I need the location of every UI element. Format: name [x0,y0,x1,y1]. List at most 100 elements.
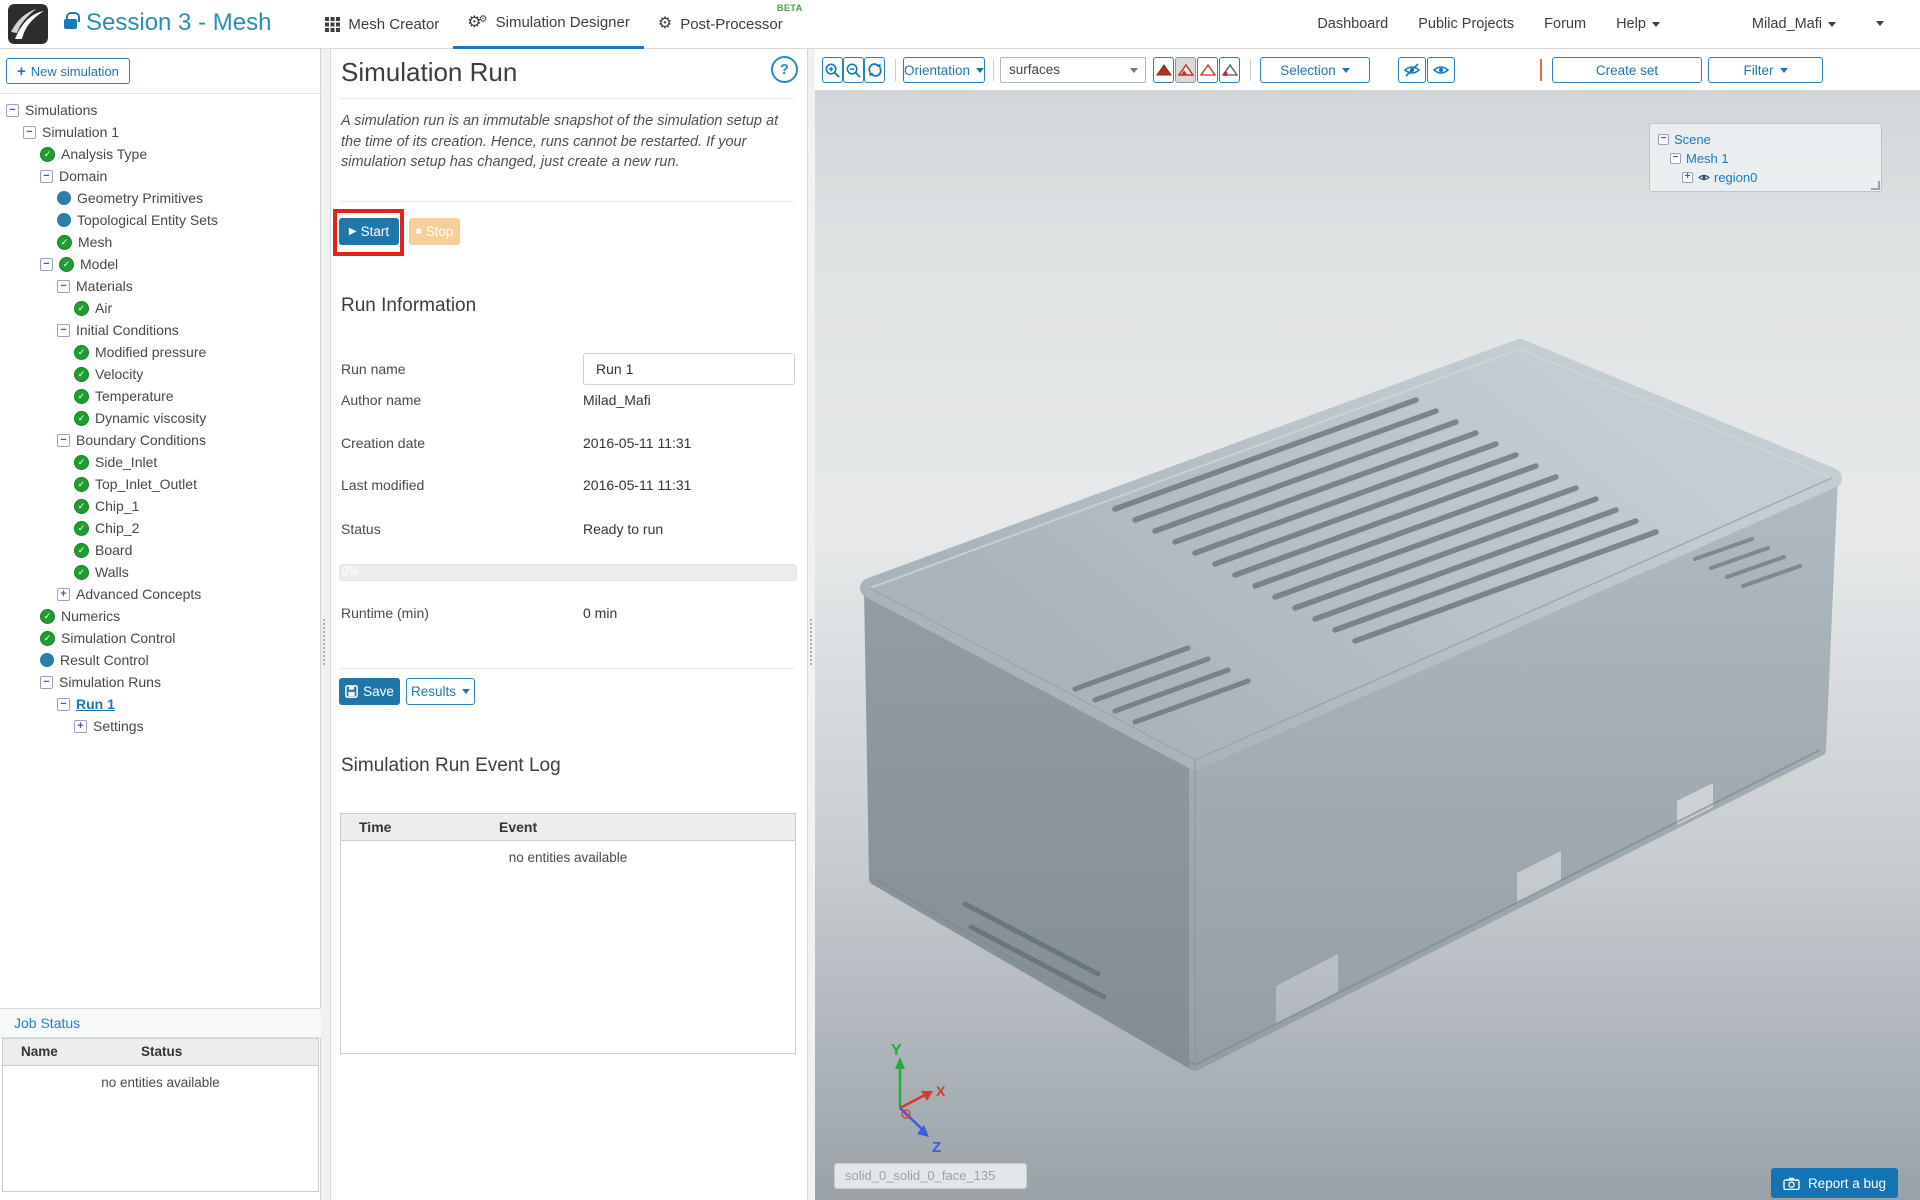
refresh-view-button[interactable] [864,57,885,83]
mesh-quality-solid-button[interactable] [1153,57,1174,83]
tree-toggle-icon[interactable]: + [1682,172,1693,183]
tree-item-simulation-1[interactable]: − Simulation 1 [0,121,321,143]
tree-toggle-icon[interactable]: − [1670,153,1681,164]
selection-dropdown-button[interactable]: Selection [1260,57,1370,83]
help-button[interactable]: ? [771,56,798,83]
tree-item-chip-1[interactable]: ✓ Chip_1 [0,495,321,517]
tree-item-side-inlet[interactable]: ✓ Side_Inlet [0,451,321,473]
3d-model-canvas[interactable]: Y X Z [815,49,1920,1200]
tree-item-simulations[interactable]: − Simulations [0,99,321,121]
tree-toggle-icon[interactable]: + [74,720,87,733]
tree-toggle-icon[interactable]: − [57,324,70,337]
nav-forum[interactable]: Forum [1544,16,1586,32]
tree-item-chip-2[interactable]: ✓ Chip_2 [0,517,321,539]
tree-item-result-control[interactable]: Result Control [0,649,321,671]
tree-item-run-1[interactable]: − Run 1 [0,693,321,715]
tree-toggle-icon[interactable]: − [57,280,70,293]
tree-toggle-icon[interactable]: − [57,698,70,711]
stop-button[interactable]: ■ Stop [409,218,460,245]
user-menu[interactable]: Milad_Mafi [1752,16,1836,32]
tree-item-initial-conditions[interactable]: − Initial Conditions [0,319,321,341]
tree-item-board[interactable]: ✓ Board [0,539,321,561]
nav-help[interactable]: Help [1616,16,1660,32]
nav-public-projects[interactable]: Public Projects [1418,16,1514,32]
last-modified-label: Last modified [341,470,424,500]
tree-item-velocity[interactable]: ✓ Velocity [0,363,321,385]
tree-toggle-icon[interactable]: − [57,434,70,447]
tree-item-simulation-runs[interactable]: − Simulation Runs [0,671,321,693]
check-icon: ✓ [74,565,89,580]
hide-selection-button[interactable] [1398,57,1426,83]
tree-item-topological-entity-sets[interactable]: Topological Entity Sets [0,209,321,231]
tree-item-mesh[interactable]: ✓ Mesh [0,231,321,253]
tab-simulation-designer[interactable]: ⚙⚙ Simulation Designer [453,0,644,49]
tree-item-model[interactable]: − ✓ Model [0,253,321,275]
check-icon: ✓ [74,455,89,470]
tree-toggle-icon[interactable]: − [40,258,53,271]
tree-item-modified-pressure[interactable]: ✓ Modified pressure [0,341,321,363]
visibility-eye-icon[interactable] [1698,173,1710,182]
results-dropdown-button[interactable]: Results [406,678,475,705]
tree-toggle-icon[interactable]: − [40,676,53,689]
beta-badge: BETA [777,3,803,13]
plus-icon: + [17,63,26,80]
tab-mesh-creator[interactable]: Mesh Creator [311,0,453,49]
check-icon: ✓ [74,521,89,536]
tree-item-geometry-primitives[interactable]: Geometry Primitives [0,187,321,209]
tree-toggle-icon[interactable]: + [57,588,70,601]
divider [340,98,794,99]
tree-item-analysis-type[interactable]: ✓ Analysis Type [0,143,321,165]
tree-item-settings[interactable]: + Settings [0,715,321,737]
tree-item-domain[interactable]: − Domain [0,165,321,187]
zoom-in-button[interactable] [822,57,843,83]
tab-post-processor[interactable]: ⚙ Post-Processor BETA [644,0,797,49]
report-bug-button[interactable]: Report a bug [1771,1168,1898,1198]
orientation-dropdown-button[interactable]: Orientation [903,57,985,83]
job-status-header[interactable]: Job Status [0,1008,321,1038]
new-simulation-button[interactable]: + New simulation [6,58,130,84]
display-mode-select[interactable]: surfaces [1000,57,1146,83]
tree-item-boundary-conditions[interactable]: − Boundary Conditions [0,429,321,451]
scene-item-mesh-1[interactable]: − Mesh 1 [1658,149,1881,168]
3d-viewport[interactable]: Y X Z Orientation surfaces [815,49,1920,1200]
tree-toggle-icon[interactable]: − [23,126,36,139]
tree-item-dynamic-viscosity[interactable]: ✓ Dynamic viscosity [0,407,321,429]
nav-dashboard[interactable]: Dashboard [1317,16,1388,32]
mesh-quality-corner-button[interactable] [1219,57,1240,83]
tree-toggle-icon[interactable]: − [40,170,53,183]
chevron-down-icon [462,689,470,694]
sidebar-resizer[interactable] [321,49,330,1200]
tree-item-temperature[interactable]: ✓ Temperature [0,385,321,407]
tree-item-top-inlet-outlet[interactable]: ✓ Top_Inlet_Outlet [0,473,321,495]
camera-icon [1783,1177,1800,1190]
simulation-tree: − Simulations − Simulation 1 ✓ Analysis … [0,99,321,737]
mesh-quality-outline-active-button[interactable] [1175,57,1196,83]
tree-item-air[interactable]: ✓ Air [0,297,321,319]
scene-item-scene[interactable]: − Scene [1658,130,1881,149]
tree-item-walls[interactable]: ✓ Walls [0,561,321,583]
simscale-logo[interactable] [8,4,48,44]
tree-toggle-icon[interactable]: − [6,104,19,117]
mesh-quality-outline-button[interactable] [1197,57,1218,83]
create-set-button[interactable]: Create set [1552,57,1702,83]
tree-item-advanced-concepts[interactable]: + Advanced Concepts [0,583,321,605]
save-button[interactable]: Save [339,678,400,705]
zoom-out-button[interactable] [843,57,864,83]
grid-icon [325,17,340,32]
run-name-input[interactable] [583,353,795,385]
project-title: Session 3 - Mesh [86,9,271,37]
start-button[interactable]: ▶ Start [339,218,399,245]
overlay-resize-handle[interactable] [1871,181,1880,190]
floppy-icon [345,685,358,698]
toolbar-separator [1250,59,1251,81]
show-selection-button[interactable] [1427,57,1455,83]
creation-date-value: 2016-05-11 11:31 [583,428,691,458]
tree-item-numerics[interactable]: ✓ Numerics [0,605,321,627]
tree-toggle-icon[interactable]: − [1658,134,1669,145]
scene-item-region0[interactable]: + region0 [1658,168,1881,187]
panel-resizer[interactable] [808,49,815,1200]
user-menu-extra[interactable] [1870,15,1884,33]
filter-dropdown-button[interactable]: Filter [1708,57,1823,83]
tree-item-simulation-control[interactable]: ✓ Simulation Control [0,627,321,649]
tree-item-materials[interactable]: − Materials [0,275,321,297]
